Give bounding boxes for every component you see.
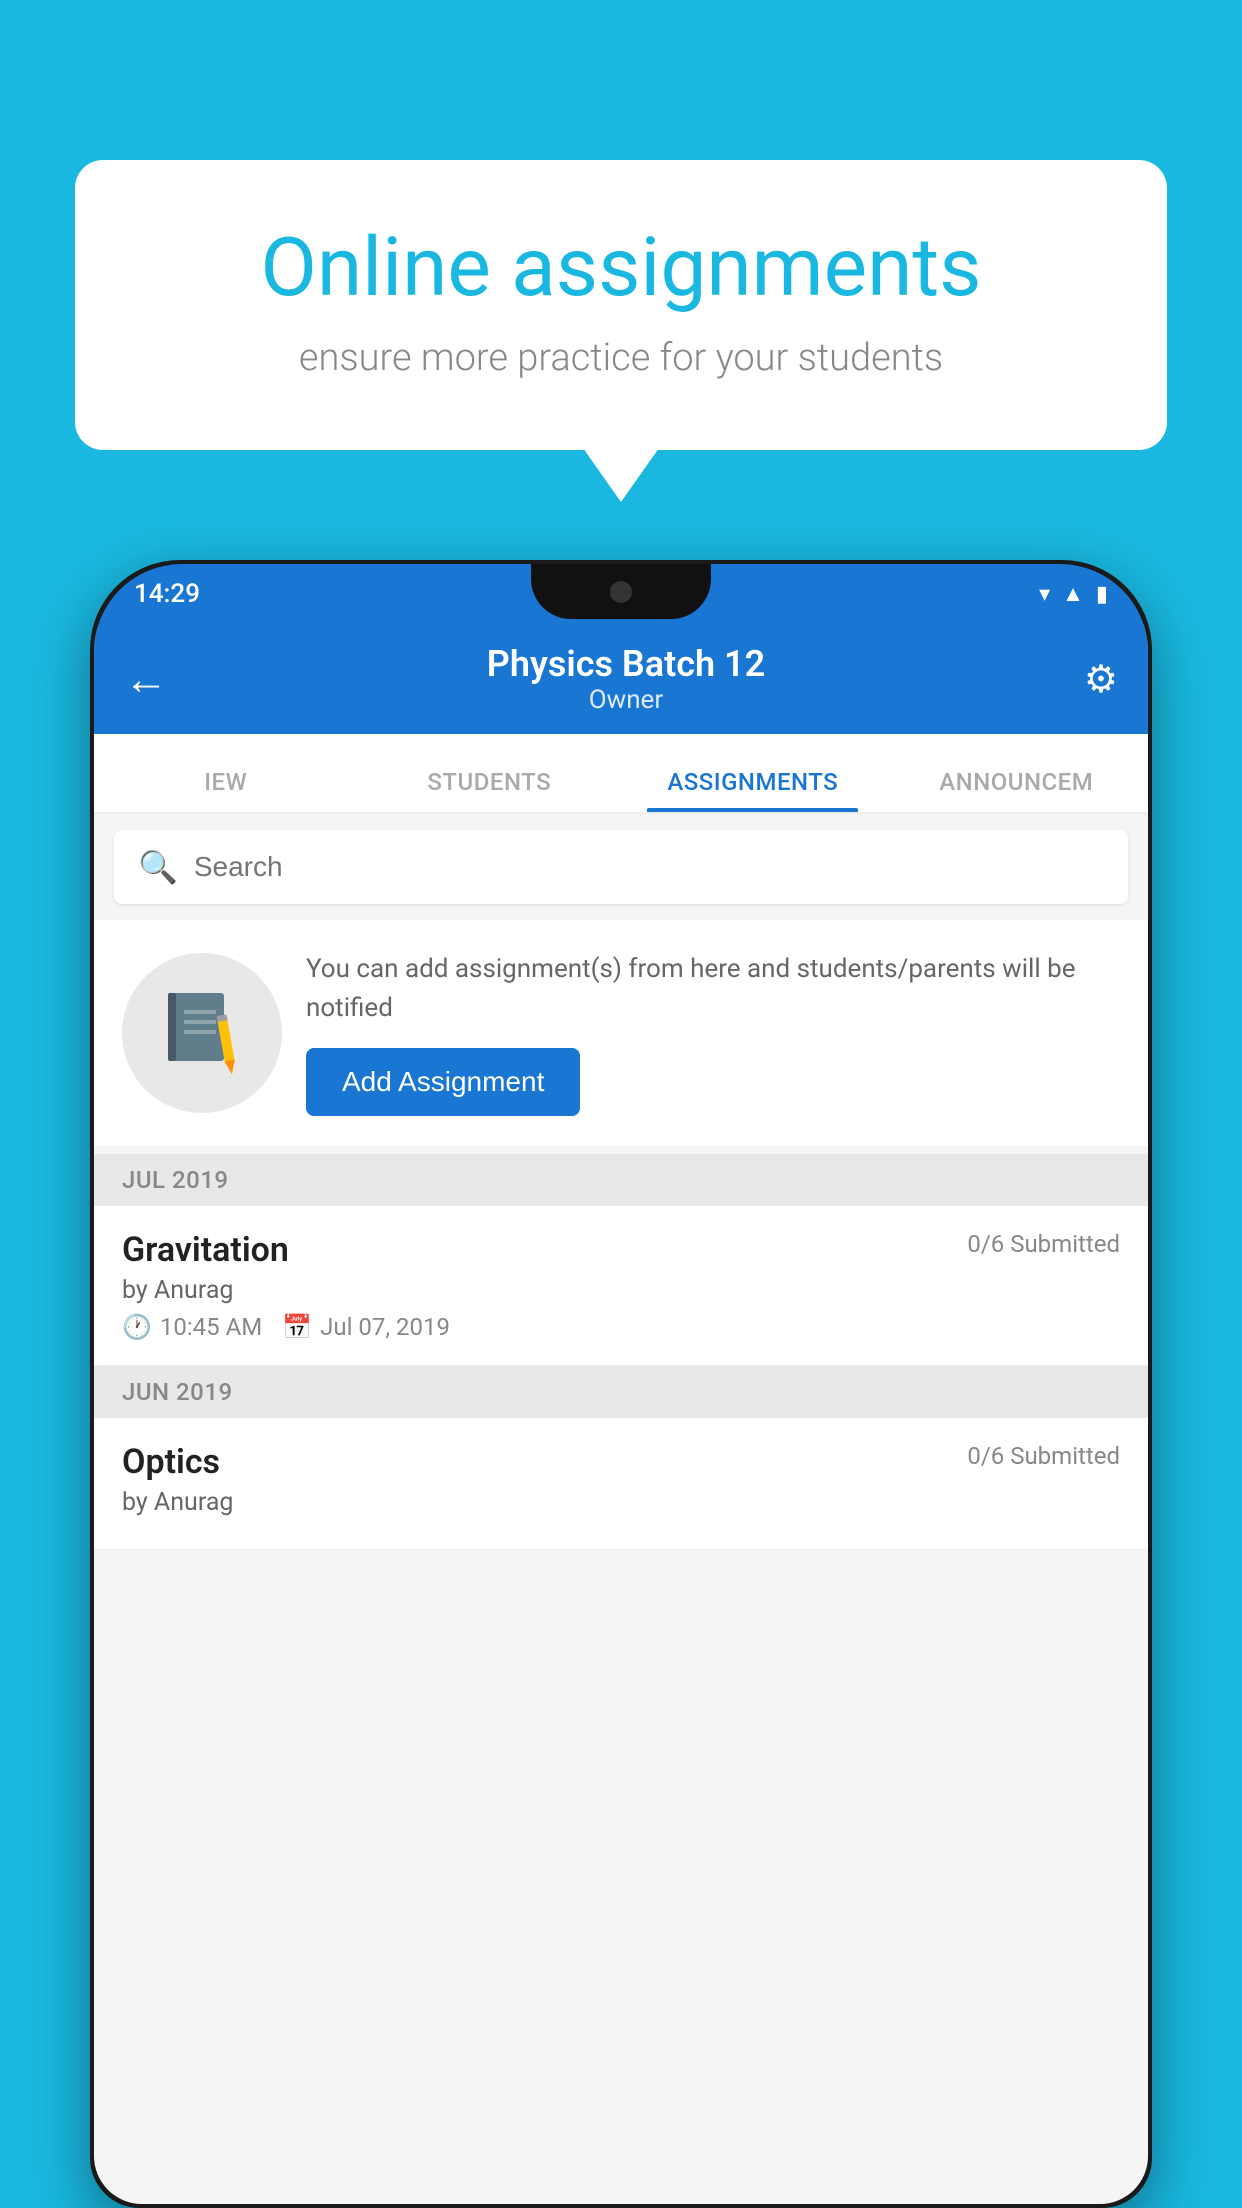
promo-text: You can add assignment(s) from here and … [306, 950, 1120, 1116]
assignment-top-optics: Optics 0/6 Submitted [122, 1442, 1120, 1482]
wifi-icon: ▾ [1039, 582, 1050, 607]
battery-icon: ▮ [1096, 582, 1108, 607]
calendar-icon: 📅 [282, 1313, 312, 1341]
phone-inner: 14:29 ▾ ▲ ▮ ← Physics Batch 12 Owner ⚙ I… [94, 564, 1148, 2204]
clock-icon: 🕐 [122, 1313, 152, 1341]
promo-card: You can add assignment(s) from here and … [94, 920, 1148, 1146]
speech-bubble-title: Online assignments [145, 220, 1097, 316]
section-header-jul: JUL 2019 [94, 1154, 1148, 1206]
tab-assignments[interactable]: ASSIGNMENTS [621, 768, 885, 812]
assignment-submitted-optics: 0/6 Submitted [967, 1442, 1120, 1470]
assignment-by-optics: by Anurag [122, 1488, 1120, 1517]
meta-time: 🕐 10:45 AM [122, 1313, 262, 1341]
assignment-meta: 🕐 10:45 AM 📅 Jul 07, 2019 [122, 1313, 1120, 1341]
tabs: IEW STUDENTS ASSIGNMENTS ANNOUNCEM [94, 734, 1148, 814]
assignment-date: Jul 07, 2019 [320, 1313, 450, 1341]
phone-frame: 14:29 ▾ ▲ ▮ ← Physics Batch 12 Owner ⚙ I… [90, 560, 1152, 2208]
settings-button[interactable]: ⚙ [1084, 657, 1118, 702]
phone-notch [531, 564, 711, 619]
app-bar-subtitle: Owner [589, 685, 663, 715]
assignment-time: 10:45 AM [160, 1313, 262, 1341]
back-button[interactable]: ← [124, 653, 168, 705]
speech-bubble: Online assignments ensure more practice … [75, 160, 1167, 450]
section-header-jun: JUN 2019 [94, 1366, 1148, 1418]
assignment-item-gravitation[interactable]: Gravitation 0/6 Submitted by Anurag 🕐 10… [94, 1206, 1148, 1366]
search-icon: 🔍 [138, 848, 178, 886]
app-bar: ← Physics Batch 12 Owner ⚙ [94, 624, 1148, 734]
tab-announcements[interactable]: ANNOUNCEM [885, 768, 1149, 812]
app-bar-title-area: Physics Batch 12 Owner [487, 643, 765, 715]
notebook-icon [162, 988, 242, 1078]
promo-description: You can add assignment(s) from here and … [306, 950, 1120, 1028]
speech-bubble-container: Online assignments ensure more practice … [75, 160, 1167, 450]
assignment-top: Gravitation 0/6 Submitted [122, 1230, 1120, 1270]
assignment-by: by Anurag [122, 1276, 1120, 1305]
search-input[interactable] [194, 851, 1104, 883]
meta-date: 📅 Jul 07, 2019 [282, 1313, 450, 1341]
search-bar: 🔍 [114, 830, 1128, 904]
assignment-item-optics[interactable]: Optics 0/6 Submitted by Anurag [94, 1418, 1148, 1550]
assignment-name-optics: Optics [122, 1442, 220, 1482]
signal-icon: ▲ [1062, 581, 1084, 607]
front-camera [610, 581, 632, 603]
add-assignment-button[interactable]: Add Assignment [306, 1048, 580, 1116]
status-icons: ▾ ▲ ▮ [1039, 581, 1108, 607]
status-time: 14:29 [134, 579, 200, 609]
assignment-submitted: 0/6 Submitted [967, 1230, 1120, 1258]
screen-content: 🔍 [94, 814, 1148, 1550]
promo-icon-circle [122, 953, 282, 1113]
speech-bubble-subtitle: ensure more practice for your students [145, 336, 1097, 380]
assignment-name: Gravitation [122, 1230, 289, 1270]
app-bar-title: Physics Batch 12 [487, 643, 765, 685]
tab-students[interactable]: STUDENTS [358, 768, 622, 812]
phone-screen: ← Physics Batch 12 Owner ⚙ IEW STUDENTS … [94, 624, 1148, 2204]
tab-iew[interactable]: IEW [94, 768, 358, 812]
